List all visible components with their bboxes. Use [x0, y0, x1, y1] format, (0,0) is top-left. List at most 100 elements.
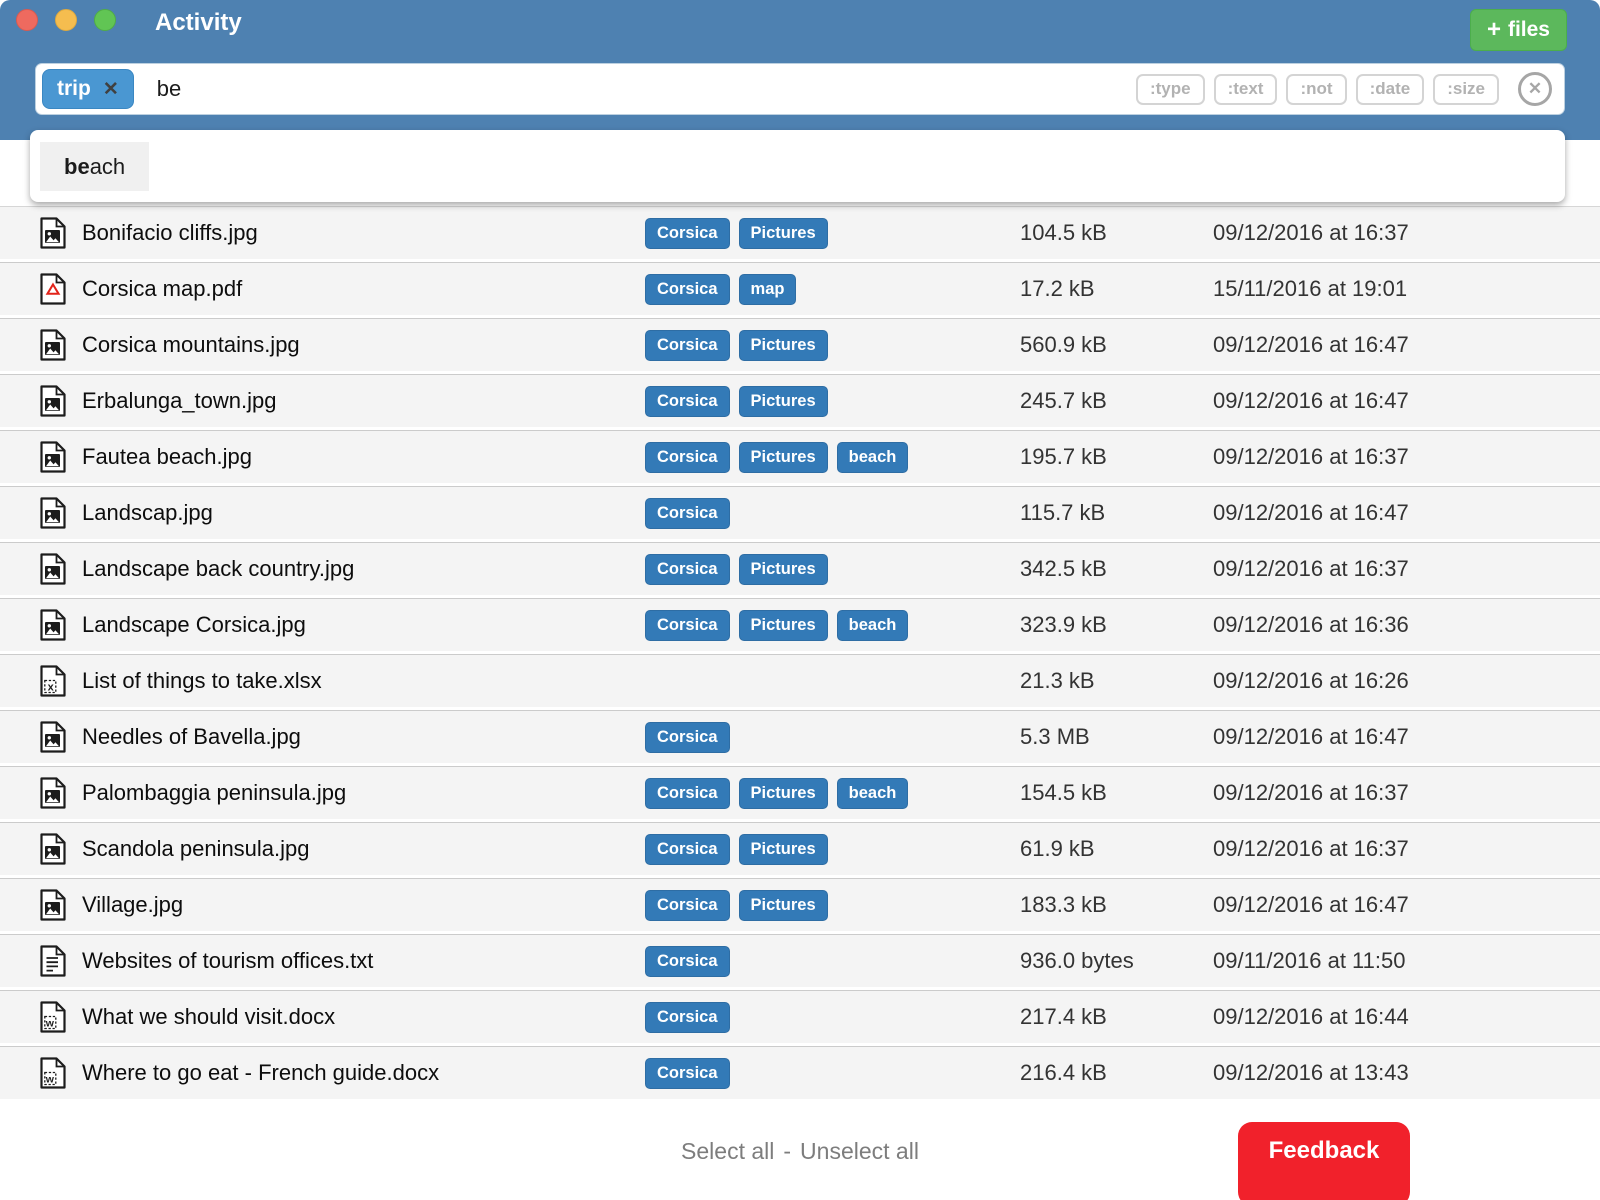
remove-tag-icon[interactable]: ✕ [103, 78, 119, 101]
tag-pill[interactable]: Corsica [645, 946, 730, 977]
tag-pill[interactable]: Pictures [739, 442, 828, 473]
tag-pill[interactable]: Corsica [645, 722, 730, 753]
search-input[interactable]: be [157, 76, 181, 102]
tag-pill[interactable]: Corsica [645, 218, 730, 249]
file-size: 21.3 kB [1020, 668, 1095, 694]
plus-icon: + [1487, 18, 1501, 42]
tag-pill[interactable]: Pictures [739, 778, 828, 809]
file-row[interactable]: Village.jpg CorsicaPictures 183.3 kB 09/… [0, 878, 1600, 931]
tag-pill[interactable]: beach [837, 610, 909, 641]
file-row[interactable]: Landscape back country.jpg Corsica Pictur… [0, 542, 1600, 595]
tag-pill[interactable]: Pictures [739, 834, 828, 865]
filter-date-button[interactable]: :date [1356, 74, 1425, 105]
minimize-window-button[interactable] [55, 9, 77, 31]
file-row[interactable]: Fautea beach.jpg CorsicaPicturesbeach 19… [0, 430, 1600, 483]
zoom-window-button[interactable] [94, 9, 116, 31]
file-row[interactable]: Landscape Corsica.jpg CorsicaPicturesbea… [0, 598, 1600, 651]
tag-pill[interactable]: Pictures [739, 554, 828, 585]
suggestion-item-beach[interactable]: beach [40, 142, 149, 191]
file-tags: Corsica [645, 1002, 730, 1033]
file-tags: Corsica Pictures [645, 554, 828, 585]
file-name: Needles of Bavella.jpg [82, 724, 301, 750]
file-tags: Corsica Pictures [645, 218, 828, 249]
search-tag-chip[interactable]: trip ✕ [42, 69, 134, 109]
image-file-icon [40, 329, 66, 361]
tag-pill[interactable]: Corsica [645, 330, 730, 361]
tag-pill[interactable]: Corsica [645, 890, 730, 921]
file-row[interactable]: Palombaggia peninsula.jpg CorsicaPicture… [0, 766, 1600, 819]
file-size: 61.9 kB [1020, 836, 1095, 862]
file-date: 09/12/2016 at 16:36 [1213, 612, 1409, 638]
file-row[interactable]: Needles of Bavella.jpg Corsica 5.3 MB 09… [0, 710, 1600, 763]
tag-pill[interactable]: Pictures [739, 386, 828, 417]
file-date: 09/12/2016 at 16:47 [1213, 892, 1409, 918]
svg-text:w: w [45, 1073, 55, 1085]
filter-not-button[interactable]: :not [1286, 74, 1346, 105]
tag-pill[interactable]: Corsica [645, 1002, 730, 1033]
feedback-button[interactable]: Feedback [1238, 1122, 1410, 1200]
file-row[interactable]: w Where to go eat - French guide.docx Co… [0, 1046, 1600, 1099]
footer: Select all-Unselect all Feedback [0, 1128, 1600, 1165]
tag-pill[interactable]: Corsica [645, 610, 730, 641]
search-bar[interactable]: trip ✕ be :type :text :not :date :size ✕ [35, 63, 1565, 115]
image-file-icon [40, 217, 66, 249]
file-row[interactable]: Landscap.jpg Corsica 115.7 kB 09/12/2016… [0, 486, 1600, 539]
file-row[interactable]: Erbalunga_town.jpg CorsicaPictures 245.7… [0, 374, 1600, 427]
tag-pill[interactable]: beach [837, 442, 909, 473]
file-tags: Corsica Pictures [645, 890, 828, 921]
tag-pill[interactable]: Corsica [645, 834, 730, 865]
word-file-icon: w [40, 1057, 66, 1089]
file-size: 5.3 MB [1020, 724, 1090, 750]
file-tags: Corsica [645, 498, 730, 529]
file-date: 09/12/2016 at 16:37 [1213, 780, 1409, 806]
excel-file-icon: x [40, 665, 66, 697]
app-window: Activity + files trip ✕ be :type :text :… [0, 0, 1600, 1200]
file-row[interactable]: x List of things to take.xlsx 21.3 kB 09… [0, 654, 1600, 707]
image-file-icon [40, 385, 66, 417]
tag-pill[interactable]: Corsica [645, 778, 730, 809]
suggestion-rest-part: ach [90, 154, 125, 180]
clear-search-icon[interactable]: ✕ [1518, 72, 1552, 106]
tag-pill[interactable]: map [739, 274, 797, 305]
tag-pill[interactable]: Pictures [739, 610, 828, 641]
file-tags: Corsica [645, 946, 730, 977]
tag-pill[interactable]: Corsica [645, 274, 730, 305]
file-date: 09/12/2016 at 16:26 [1213, 668, 1409, 694]
file-date: 09/12/2016 at 16:47 [1213, 724, 1409, 750]
tag-pill[interactable]: beach [837, 778, 909, 809]
file-row[interactable]: Bonifacio cliffs.jpg CorsicaPictures 104… [0, 206, 1600, 259]
file-size: 216.4 kB [1020, 1060, 1107, 1086]
file-tags: Corsica Pictures [645, 330, 828, 361]
file-row[interactable]: Corsica mountains.jpg CorsicaPictures 56… [0, 318, 1600, 371]
filter-text-button[interactable]: :text [1214, 74, 1278, 105]
tag-pill[interactable]: Corsica [645, 554, 730, 585]
tag-pill[interactable]: Pictures [739, 890, 828, 921]
text-file-icon [40, 945, 66, 977]
add-files-button[interactable]: + files [1470, 9, 1567, 51]
file-name: Where to go eat - French guide.docx [82, 1060, 439, 1086]
file-row[interactable]: Scandola peninsula.jpg Corsica Pictures 6… [0, 822, 1600, 875]
filter-size-button[interactable]: :size [1433, 74, 1499, 105]
file-row[interactable]: Websites of tourism offices.txt Corsica … [0, 934, 1600, 987]
filter-type-button[interactable]: :type [1136, 74, 1205, 105]
file-row[interactable]: w What we should visit.docx Corsica 217.… [0, 990, 1600, 1043]
tag-pill[interactable]: Corsica [645, 498, 730, 529]
file-name: Village.jpg [82, 892, 183, 918]
file-name: Landscape back country.jpg [82, 556, 354, 582]
tag-pill[interactable]: Corsica [645, 1058, 730, 1089]
unselect-all-link[interactable]: Unselect all [800, 1138, 919, 1164]
file-tags: Corsica Pictures [645, 834, 828, 865]
tag-pill[interactable]: Corsica [645, 442, 730, 473]
file-tags: Corsica map [645, 274, 796, 305]
close-window-button[interactable] [16, 9, 38, 31]
file-list: Bonifacio cliffs.jpg CorsicaPictures 104… [0, 203, 1600, 1099]
tag-pill[interactable]: Corsica [645, 386, 730, 417]
file-row[interactable]: Corsica map.pdf Corsicamap 17.2 kB 15/11… [0, 262, 1600, 315]
window-title: Activity [155, 9, 242, 37]
tag-pill[interactable]: Pictures [739, 330, 828, 361]
tag-pill[interactable]: Pictures [739, 218, 828, 249]
file-name: Scandola peninsula.jpg [82, 836, 310, 862]
file-date: 09/12/2016 at 16:37 [1213, 836, 1409, 862]
select-all-link[interactable]: Select all [681, 1138, 774, 1164]
file-name: Bonifacio cliffs.jpg [82, 220, 258, 246]
